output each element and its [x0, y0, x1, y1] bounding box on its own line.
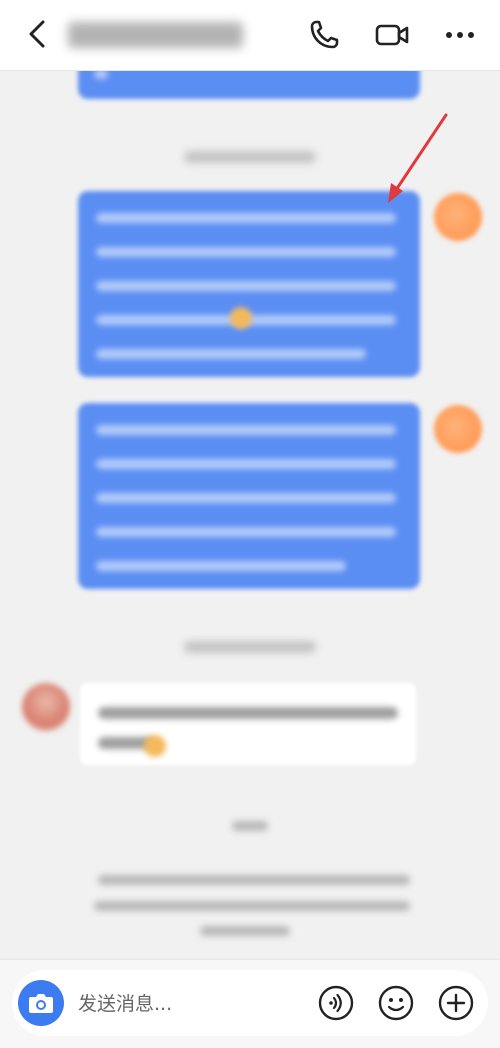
emoji-glyph — [230, 307, 252, 329]
phone-icon[interactable] — [307, 18, 341, 52]
chat-title — [68, 22, 243, 48]
system-notice-text — [200, 926, 290, 936]
system-notice-text — [94, 901, 410, 911]
video-camera-icon[interactable] — [374, 18, 410, 52]
voice-icon[interactable] — [318, 985, 354, 1021]
system-notice-text — [98, 875, 410, 885]
outgoing-message-bubble[interactable] — [78, 71, 420, 99]
chevron-left-icon[interactable] — [22, 18, 54, 50]
message-input[interactable] — [76, 990, 290, 1018]
chat-header — [0, 0, 500, 71]
message-composer — [0, 959, 500, 1048]
message-timestamp — [184, 151, 316, 163]
system-notice-label — [232, 821, 268, 831]
annotation-arrow-icon — [388, 113, 448, 203]
outgoing-message-bubble[interactable] — [78, 403, 420, 589]
plus-circle-icon[interactable] — [438, 985, 474, 1021]
camera-button[interactable] — [18, 980, 64, 1026]
emoji-icon[interactable] — [378, 985, 414, 1021]
avatar[interactable] — [22, 683, 70, 731]
composer-input-wrapper — [12, 970, 488, 1036]
avatar[interactable] — [434, 405, 482, 453]
message-list[interactable] — [0, 71, 500, 959]
emoji-glyph — [144, 735, 166, 757]
message-timestamp — [184, 641, 316, 653]
camera-icon — [29, 994, 53, 1013]
incoming-message-bubble[interactable] — [80, 683, 416, 765]
more-dots-icon[interactable] — [442, 18, 478, 52]
outgoing-message-bubble[interactable] — [78, 191, 420, 377]
